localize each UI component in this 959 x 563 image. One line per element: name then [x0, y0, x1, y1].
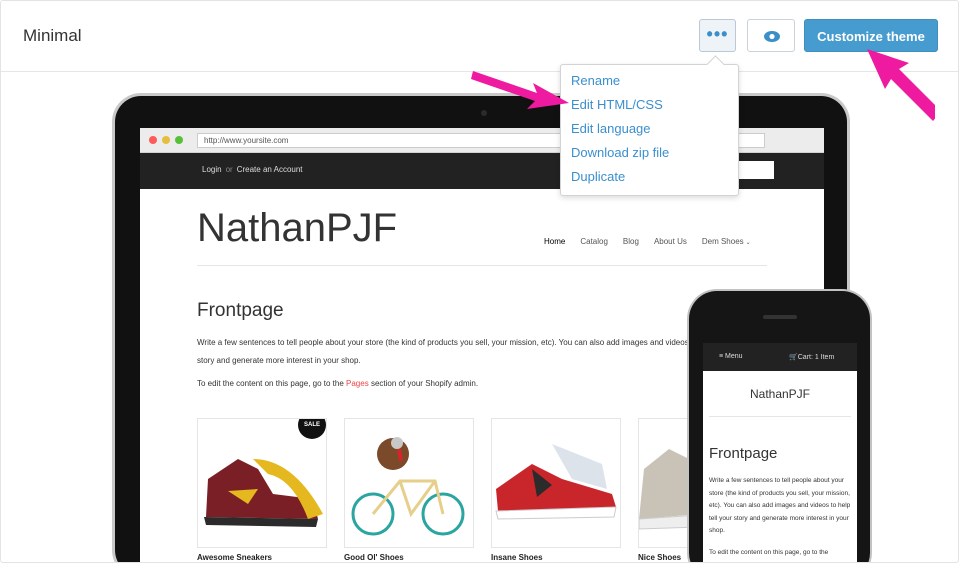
- dropdown-item-edit-html-css[interactable]: Edit HTML/CSS: [561, 93, 738, 117]
- nav-dem-shoes: Dem Shoes: [701, 237, 744, 246]
- login-link: Login: [202, 165, 222, 174]
- create-account-link: Create an Account: [236, 165, 303, 174]
- actions-dropdown: Rename Edit HTML/CSS Edit language Downl…: [560, 55, 739, 196]
- preview-button[interactable]: [747, 19, 795, 52]
- theme-name: Minimal: [23, 26, 82, 45]
- account-links: Login or Create an Account: [202, 165, 303, 174]
- chevron-down-icon: ⌄: [745, 240, 751, 246]
- annotation-arrow-icon: [471, 71, 569, 109]
- product-name: Awesome Sneakers: [197, 553, 273, 562]
- more-actions-button[interactable]: •••: [699, 19, 736, 52]
- cart-icon: 🛒: [789, 354, 798, 361]
- product-image: SALE: [197, 418, 327, 548]
- shoe-image: [495, 444, 617, 520]
- eye-icon: [764, 31, 780, 42]
- turkey-bike-image: [351, 437, 465, 536]
- annotation-arrow-icon: [867, 49, 935, 121]
- intro-paragraph: Write a few sentences to tell people abo…: [197, 338, 746, 365]
- dropdown-item-edit-language[interactable]: Edit language: [561, 117, 738, 141]
- divider: [709, 416, 851, 417]
- product-name: Good Ol' Shoes: [344, 553, 404, 562]
- mobile-edit-hint: To edit the content on this page, go to …: [709, 549, 829, 556]
- nav-catalog: Catalog: [580, 237, 608, 246]
- nav-about: About Us: [653, 237, 687, 246]
- divider: [197, 265, 767, 266]
- product-image: [344, 418, 474, 548]
- store-logo: NathanPJF: [197, 206, 398, 250]
- nav-blog: Blog: [622, 237, 639, 246]
- theme-header: Minimal ••• Customize theme: [1, 1, 958, 72]
- pages-link: Pages: [346, 379, 369, 388]
- edit-hint: To edit the content on this page, go to …: [197, 379, 479, 388]
- maximize-dot-icon: [175, 136, 183, 144]
- page-title: Frontpage: [197, 300, 284, 321]
- mobile-logo: NathanPJF: [749, 387, 811, 401]
- mobile-menu: ≡ Menu: [719, 353, 743, 360]
- product-image: [491, 418, 621, 548]
- ellipsis-icon: •••: [706, 24, 729, 44]
- mobile-top-bar: ≡ Menu 🛒Cart: 1 Item: [703, 343, 857, 371]
- dropdown-item-download-zip[interactable]: Download zip file: [561, 141, 738, 165]
- phone-screen: ≡ Menu 🛒Cart: 1 Item NathanPJF Frontpage…: [703, 343, 857, 562]
- product-name: Nice Shoes: [638, 553, 682, 562]
- mobile-cart: 🛒Cart: 1 Item: [789, 354, 835, 361]
- or-text: or: [225, 165, 233, 174]
- product-name: Insane Shoes: [491, 553, 543, 562]
- nav-home: Home: [544, 237, 566, 246]
- dropdown-item-duplicate[interactable]: Duplicate: [561, 165, 738, 189]
- dropdown-item-rename[interactable]: Rename: [561, 69, 738, 93]
- mobile-page-title: Frontpage: [709, 445, 778, 462]
- theme-card: Minimal ••• Customize theme Rename Edit …: [0, 0, 959, 563]
- phone-speaker: [763, 315, 797, 319]
- minimize-dot-icon: [162, 136, 170, 144]
- mobile-intro: Write a few sentences to tell people abo…: [709, 477, 851, 534]
- close-dot-icon: [149, 136, 157, 144]
- store-nav: Home Catalog Blog About Us Dem Shoes ⌄: [544, 237, 766, 246]
- phone-preview: ≡ Menu 🛒Cart: 1 Item NathanPJF Frontpage…: [689, 291, 870, 562]
